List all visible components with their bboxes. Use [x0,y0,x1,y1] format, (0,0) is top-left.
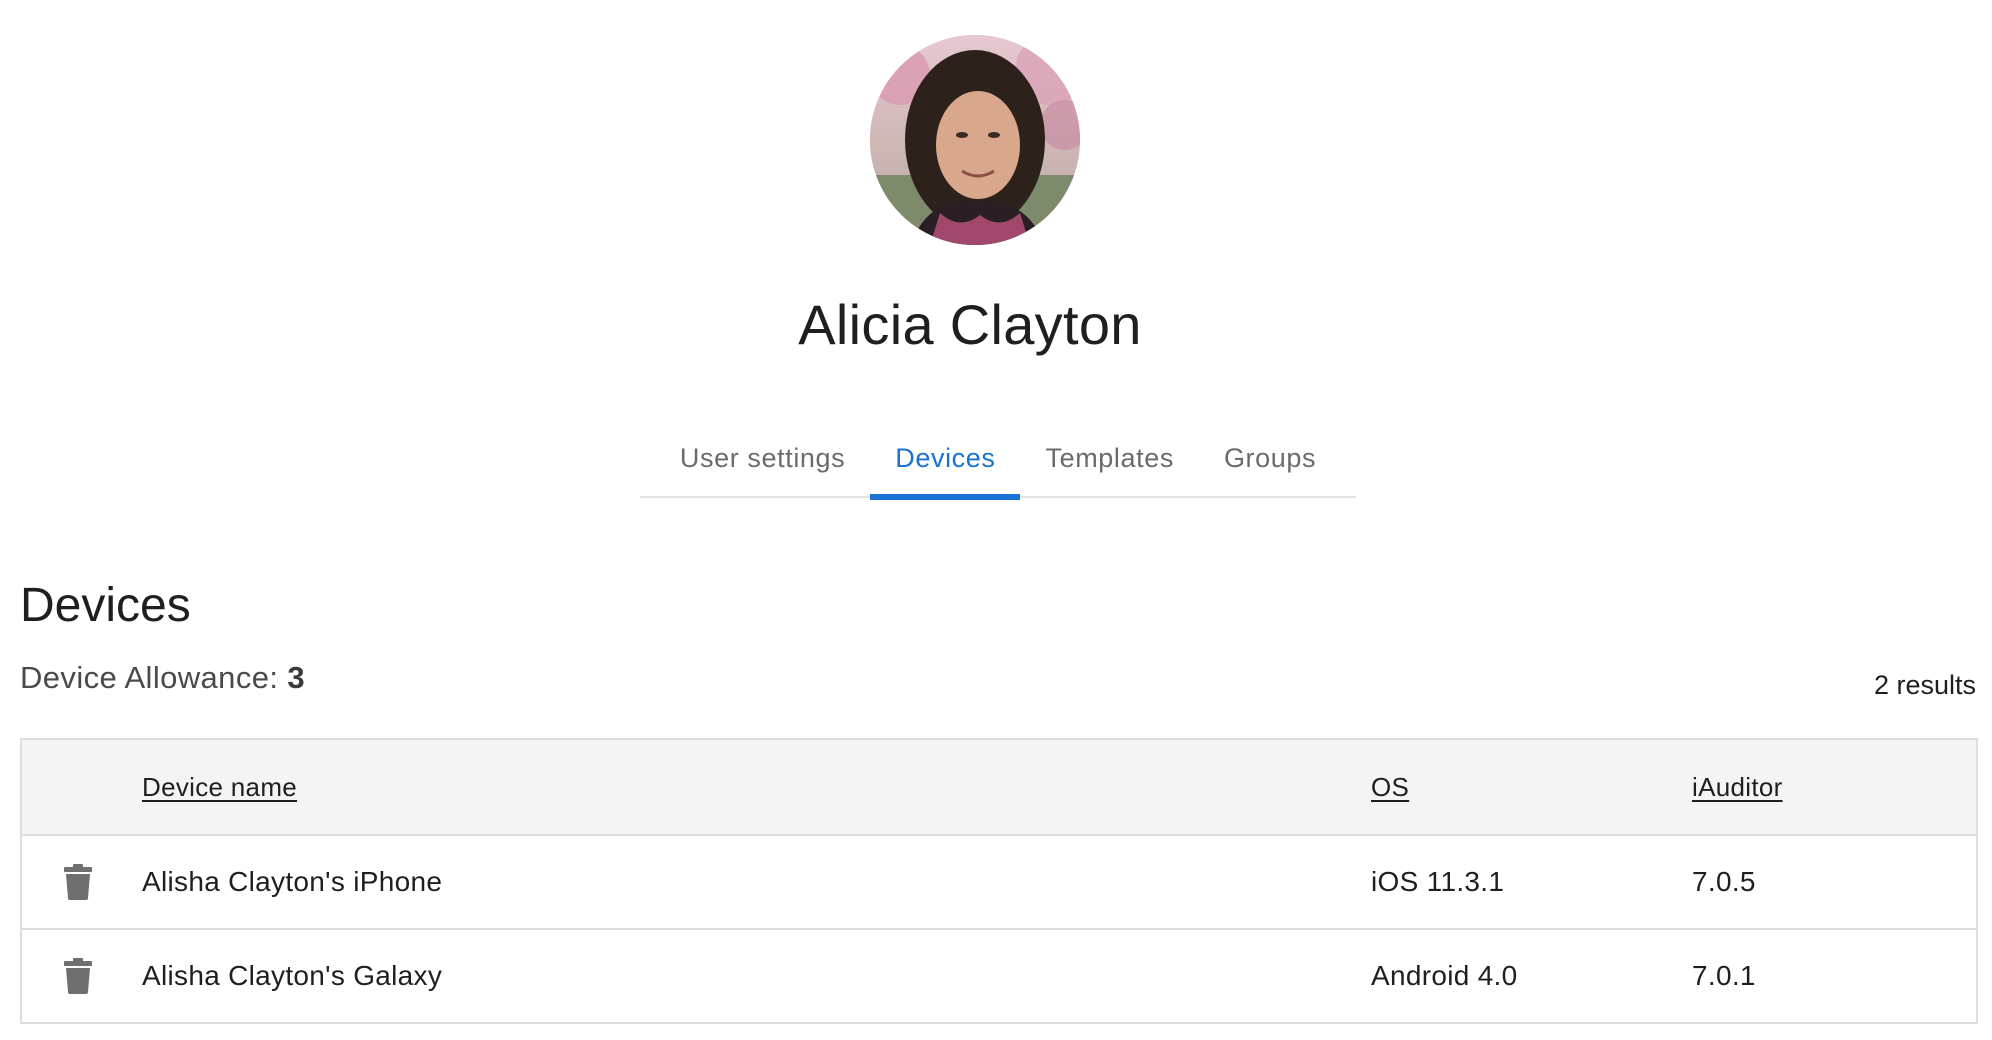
trash-icon [64,864,92,900]
table-row: Alisha Clayton's iPhone iOS 11.3.1 7.0.5 [22,834,1976,928]
avatar-photo [870,35,1080,245]
table-header-row: Device name OS iAuditor [22,740,1976,834]
results-count: 2 results [1873,670,1976,700]
avatar [870,35,1080,245]
column-header-iauditor[interactable]: iAuditor [1692,740,1783,834]
device-name-cell: Alisha Clayton's iPhone [142,866,443,897]
device-iauditor-cell: 7.0.5 [1692,866,1756,897]
user-name: Alicia Clayton [798,293,1142,356]
delete-device-button[interactable] [60,836,96,928]
tab-devices[interactable]: Devices [870,420,1021,500]
device-iauditor-cell: 7.0.1 [1692,960,1756,991]
device-allowance: Device Allowance: 3 [20,660,305,696]
profile-tabs: User settings Devices Templates Groups [640,420,1356,500]
trash-icon [64,958,92,994]
column-header-device-name[interactable]: Device name [142,740,297,834]
device-name-cell: Alisha Clayton's Galaxy [142,960,443,991]
device-os-cell: iOS 11.3.1 [1371,866,1505,897]
device-os-cell: Android 4.0 [1371,960,1518,991]
delete-device-button[interactable] [60,930,96,1022]
tab-templates[interactable]: Templates [1020,420,1198,496]
devices-table: Device name OS iAuditor Alisha Clayton's… [20,738,1978,1024]
tab-groups[interactable]: Groups [1199,420,1341,496]
column-header-os[interactable]: OS [1371,740,1409,834]
tab-user-settings[interactable]: User settings [655,420,870,496]
section-title: Devices [20,579,191,632]
device-allowance-label: Device Allowance: [20,660,279,695]
device-allowance-value: 3 [287,660,306,695]
table-row: Alisha Clayton's Galaxy Android 4.0 7.0.… [22,928,1976,1022]
